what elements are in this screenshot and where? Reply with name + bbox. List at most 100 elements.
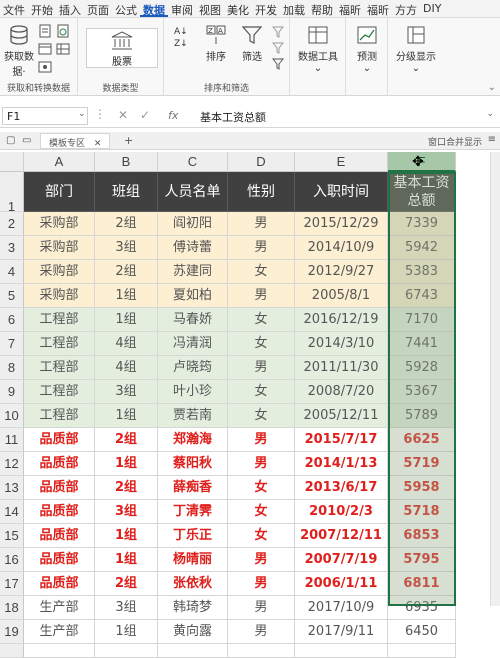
cell-d15[interactable]: 女	[228, 524, 295, 548]
stocks-button[interactable]: 股票	[86, 28, 158, 68]
expand-formula-icon[interactable]: ⌄	[486, 109, 494, 119]
ribbon-tab-8[interactable]: 美化	[224, 0, 252, 17]
get-data-button[interactable]: 获取数 据·	[4, 24, 34, 78]
table-range-icon[interactable]	[56, 42, 70, 56]
ribbon-tab-1[interactable]: 开始	[28, 0, 56, 17]
filter-button[interactable]: 筛选	[236, 24, 268, 63]
cell-a3[interactable]: 采购部	[24, 236, 95, 260]
cell-partial-0[interactable]	[24, 644, 95, 658]
cell-c4[interactable]: 苏建同	[158, 260, 228, 284]
cell-f2[interactable]: 7339	[388, 212, 456, 236]
enter-icon[interactable]: ✓	[140, 108, 150, 122]
cell-d19[interactable]: 男	[228, 620, 295, 644]
row-header-11[interactable]: 11	[0, 428, 24, 452]
row-header-7[interactable]: 7	[0, 332, 24, 356]
cell-d7[interactable]: 女	[228, 332, 295, 356]
cell-b12[interactable]: 1组	[95, 452, 158, 476]
cell-b10[interactable]: 1组	[95, 404, 158, 428]
header-cell-a[interactable]: 部门	[24, 172, 95, 212]
row-header-8[interactable]: 8	[0, 356, 24, 380]
row-header-3[interactable]: 3	[0, 236, 24, 260]
cell-a4[interactable]: 采购部	[24, 260, 95, 284]
header-cell-b[interactable]: 班组	[95, 172, 158, 212]
cell-a18[interactable]: 生产部	[24, 596, 95, 620]
cell-b15[interactable]: 1组	[95, 524, 158, 548]
clear-filter-icon[interactable]	[272, 26, 284, 38]
cell-f6[interactable]: 7170	[388, 308, 456, 332]
forecast-button[interactable]: 预测 ⌄	[350, 24, 384, 74]
cell-d5[interactable]: 男	[228, 284, 295, 308]
cell-b14[interactable]: 3组	[95, 500, 158, 524]
cell-partial-1[interactable]	[95, 644, 158, 658]
cell-b16[interactable]: 1组	[95, 548, 158, 572]
cell-a5[interactable]: 采购部	[24, 284, 95, 308]
cell-a17[interactable]: 品质部	[24, 572, 95, 596]
cell-a19[interactable]: 生产部	[24, 620, 95, 644]
cell-e13[interactable]: 2013/6/17	[295, 476, 388, 500]
row-header-14[interactable]: 14	[0, 500, 24, 524]
row-header-17[interactable]: 17	[0, 572, 24, 596]
cell-e6[interactable]: 2016/12/19	[295, 308, 388, 332]
row-header-18[interactable]: 18	[0, 596, 24, 620]
ribbon-tab-9[interactable]: 开发	[252, 0, 280, 17]
file-icon[interactable]: ▢	[6, 135, 15, 146]
ribbon-tab-11[interactable]: 帮助	[308, 0, 336, 17]
cell-c19[interactable]: 黄向露	[158, 620, 228, 644]
cell-a16[interactable]: 品质部	[24, 548, 95, 572]
row-header-16[interactable]: 16	[0, 548, 24, 572]
cell-a13[interactable]: 品质部	[24, 476, 95, 500]
cell-f4[interactable]: 5383	[388, 260, 456, 284]
cell-c13[interactable]: 薛痴香	[158, 476, 228, 500]
cell-c17[interactable]: 张依秋	[158, 572, 228, 596]
column-header-b[interactable]: B	[95, 152, 158, 172]
cell-f15[interactable]: 6853	[388, 524, 456, 548]
cell-b4[interactable]: 2组	[95, 260, 158, 284]
cell-d4[interactable]: 女	[228, 260, 295, 284]
text-file-icon[interactable]	[38, 24, 52, 38]
cell-e12[interactable]: 2014/1/13	[295, 452, 388, 476]
row-header-15[interactable]: 15	[0, 524, 24, 548]
cell-b13[interactable]: 2组	[95, 476, 158, 500]
cell-a12[interactable]: 品质部	[24, 452, 95, 476]
cell-c5[interactable]: 夏如柏	[158, 284, 228, 308]
cell-d17[interactable]: 男	[228, 572, 295, 596]
cell-b9[interactable]: 3组	[95, 380, 158, 404]
cell-f16[interactable]: 5795	[388, 548, 456, 572]
cell-d12[interactable]: 男	[228, 452, 295, 476]
cancel-icon[interactable]: ✕	[118, 108, 128, 122]
cell-d8[interactable]: 男	[228, 356, 295, 380]
cell-b17[interactable]: 2组	[95, 572, 158, 596]
ribbon-tab-14[interactable]: 方方	[392, 0, 420, 17]
cell-e10[interactable]: 2005/12/11	[295, 404, 388, 428]
cell-b6[interactable]: 1组	[95, 308, 158, 332]
cell-partial-4[interactable]	[295, 644, 388, 658]
ribbon-tab-2[interactable]: 插入	[56, 0, 84, 17]
cell-e14[interactable]: 2010/2/3	[295, 500, 388, 524]
column-header-a[interactable]: A	[24, 152, 95, 172]
cell-a11[interactable]: 品质部	[24, 428, 95, 452]
ribbon-tab-3[interactable]: 页面	[84, 0, 112, 17]
fx-icon[interactable]: fx	[168, 109, 178, 122]
column-header-d[interactable]: D	[228, 152, 295, 172]
new-tab-button[interactable]: +	[124, 134, 133, 147]
folder-icon[interactable]: ▭	[22, 135, 31, 146]
ribbon-tab-13[interactable]: 福昕	[364, 0, 392, 17]
vertical-scrollbar[interactable]	[490, 152, 500, 606]
cell-b5[interactable]: 1组	[95, 284, 158, 308]
cell-c18[interactable]: 韩琦梦	[158, 596, 228, 620]
refresh-doc-icon[interactable]	[56, 24, 70, 38]
merge-window-label[interactable]: 窗口合并显示	[428, 135, 482, 148]
collapse-ribbon-icon[interactable]: ⌄	[488, 82, 496, 93]
cell-f8[interactable]: 5928	[388, 356, 456, 380]
cell-e18[interactable]: 2017/10/9	[295, 596, 388, 620]
cell-f9[interactable]: 5367	[388, 380, 456, 404]
cell-partial-2[interactable]	[158, 644, 228, 658]
cell-a8[interactable]: 工程部	[24, 356, 95, 380]
header-cell-d[interactable]: 性别	[228, 172, 295, 212]
reapply-icon[interactable]	[272, 42, 284, 54]
row-header-12[interactable]: 12	[0, 452, 24, 476]
name-box-dropdown-icon[interactable]: ⌄	[78, 109, 86, 119]
cell-partial-5[interactable]	[388, 644, 456, 658]
cell-d2[interactable]: 男	[228, 212, 295, 236]
cell-f5[interactable]: 6743	[388, 284, 456, 308]
